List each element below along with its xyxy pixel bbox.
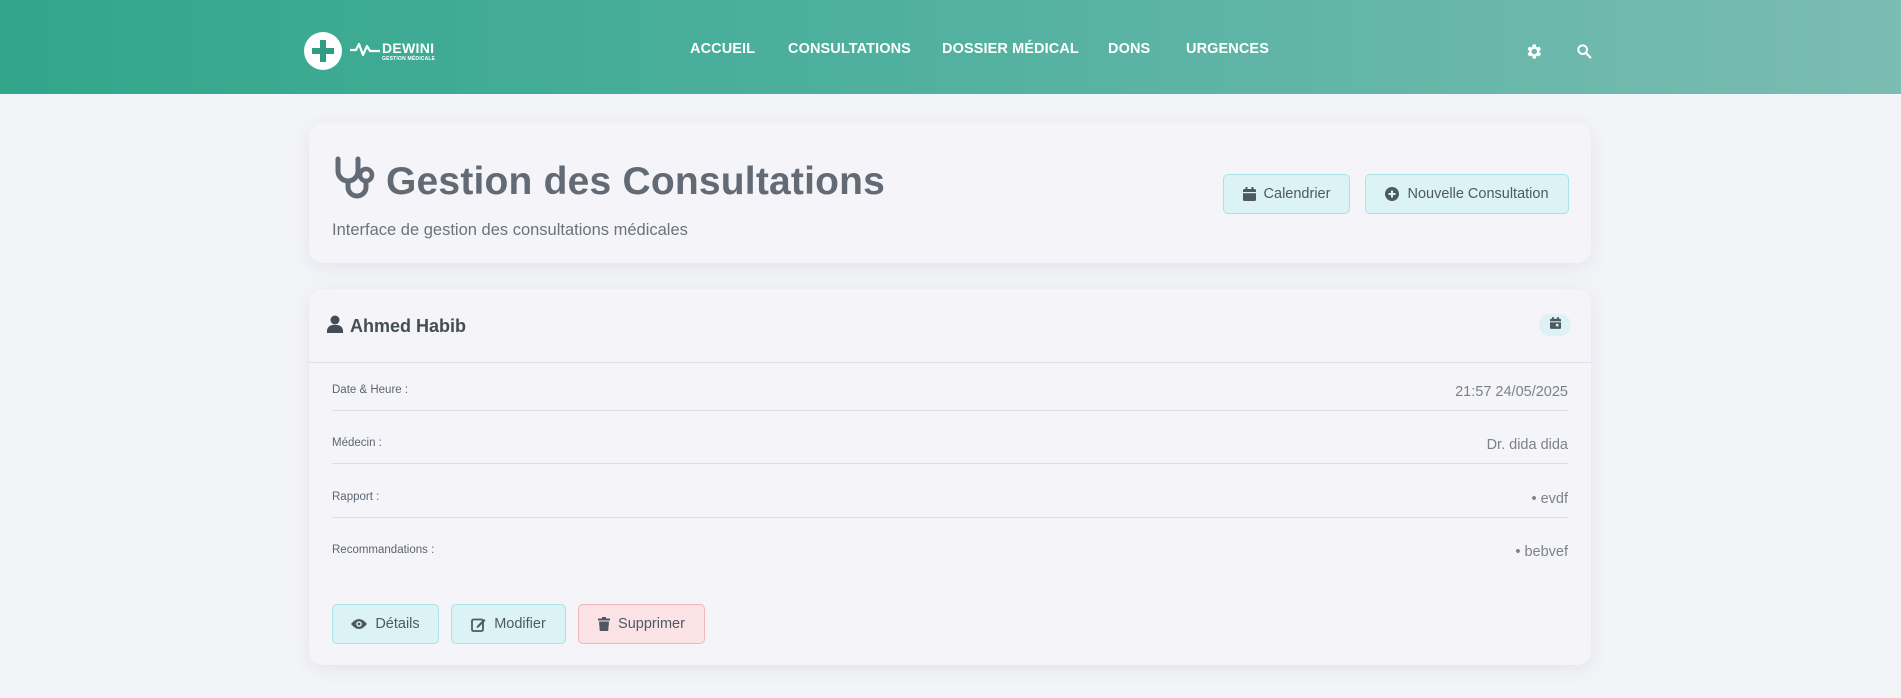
field-divider bbox=[332, 410, 1568, 411]
calendar-icon bbox=[1549, 316, 1561, 334]
search-icon[interactable] bbox=[1574, 41, 1594, 61]
nav-item-dossier-medical[interactable]: DOSSIER MÉDICAL bbox=[942, 41, 1079, 57]
stethoscope-icon bbox=[332, 156, 376, 207]
field-value: • bebvef bbox=[1515, 544, 1568, 560]
field-recommandations: Recommandations : • bebvef bbox=[332, 544, 1568, 560]
patient-header: Ahmed Habib bbox=[327, 315, 466, 338]
calendar-button-label: Calendrier bbox=[1263, 186, 1331, 202]
consultation-card: Ahmed Habib Date & Heure : 21:57 24/05/2… bbox=[309, 289, 1591, 665]
field-value: 21:57 24/05/2025 bbox=[1455, 384, 1568, 400]
nav-item-dons[interactable]: DONS bbox=[1108, 41, 1150, 57]
top-navbar: DEWINI GESTION MÉDICALE ACCUEIL CONSULTA… bbox=[0, 0, 1901, 94]
field-label: Médecin : bbox=[332, 437, 382, 449]
delete-button-label: Supprimer bbox=[618, 616, 685, 632]
delete-button[interactable]: Supprimer bbox=[578, 604, 705, 644]
field-value: Dr. dida dida bbox=[1486, 437, 1568, 453]
user-icon bbox=[327, 315, 343, 338]
card-divider bbox=[309, 362, 1591, 363]
new-consultation-label: Nouvelle Consultation bbox=[1407, 186, 1549, 202]
main-nav: ACCUEIL CONSULTATIONS DOSSIER MÉDICAL DO… bbox=[0, 41, 1901, 61]
plus-circle-icon bbox=[1385, 187, 1400, 201]
page-title-row: Gestion des Consultations bbox=[332, 156, 885, 207]
page-subtitle: Interface de gestion des consultations m… bbox=[332, 221, 688, 239]
nav-item-accueil[interactable]: ACCUEIL bbox=[690, 41, 755, 57]
trash-icon bbox=[598, 617, 611, 631]
details-button-label: Détails bbox=[375, 616, 420, 632]
field-label: Date & Heure : bbox=[332, 384, 409, 396]
nav-item-urgences[interactable]: URGENCES bbox=[1186, 41, 1269, 57]
field-date-heure: Date & Heure : 21:57 24/05/2025 bbox=[332, 384, 1568, 411]
page-header-card: Gestion des Consultations Interface de g… bbox=[309, 123, 1591, 263]
page-title: Gestion des Consultations bbox=[386, 159, 886, 203]
field-divider bbox=[332, 517, 1568, 518]
edit-button-label: Modifier bbox=[494, 616, 546, 632]
nav-item-consultations[interactable]: CONSULTATIONS bbox=[788, 41, 911, 57]
details-button[interactable]: Détails bbox=[332, 604, 439, 644]
eye-icon bbox=[351, 618, 368, 630]
calendar-icon bbox=[1242, 187, 1256, 201]
calendar-badge[interactable] bbox=[1539, 314, 1571, 336]
field-rapport: Rapport : • evdf bbox=[332, 491, 1568, 518]
gear-icon[interactable] bbox=[1523, 41, 1543, 61]
field-value: • evdf bbox=[1531, 491, 1568, 507]
edit-icon bbox=[471, 617, 486, 632]
edit-button[interactable]: Modifier bbox=[451, 604, 566, 644]
field-label: Recommandations : bbox=[332, 544, 435, 556]
calendar-button[interactable]: Calendrier bbox=[1223, 174, 1350, 214]
patient-name: Ahmed Habib bbox=[350, 316, 467, 336]
field-medecin: Médecin : Dr. dida dida bbox=[332, 437, 1568, 464]
new-consultation-button[interactable]: Nouvelle Consultation bbox=[1365, 174, 1569, 214]
field-divider bbox=[332, 463, 1568, 464]
field-label: Rapport : bbox=[332, 491, 380, 503]
